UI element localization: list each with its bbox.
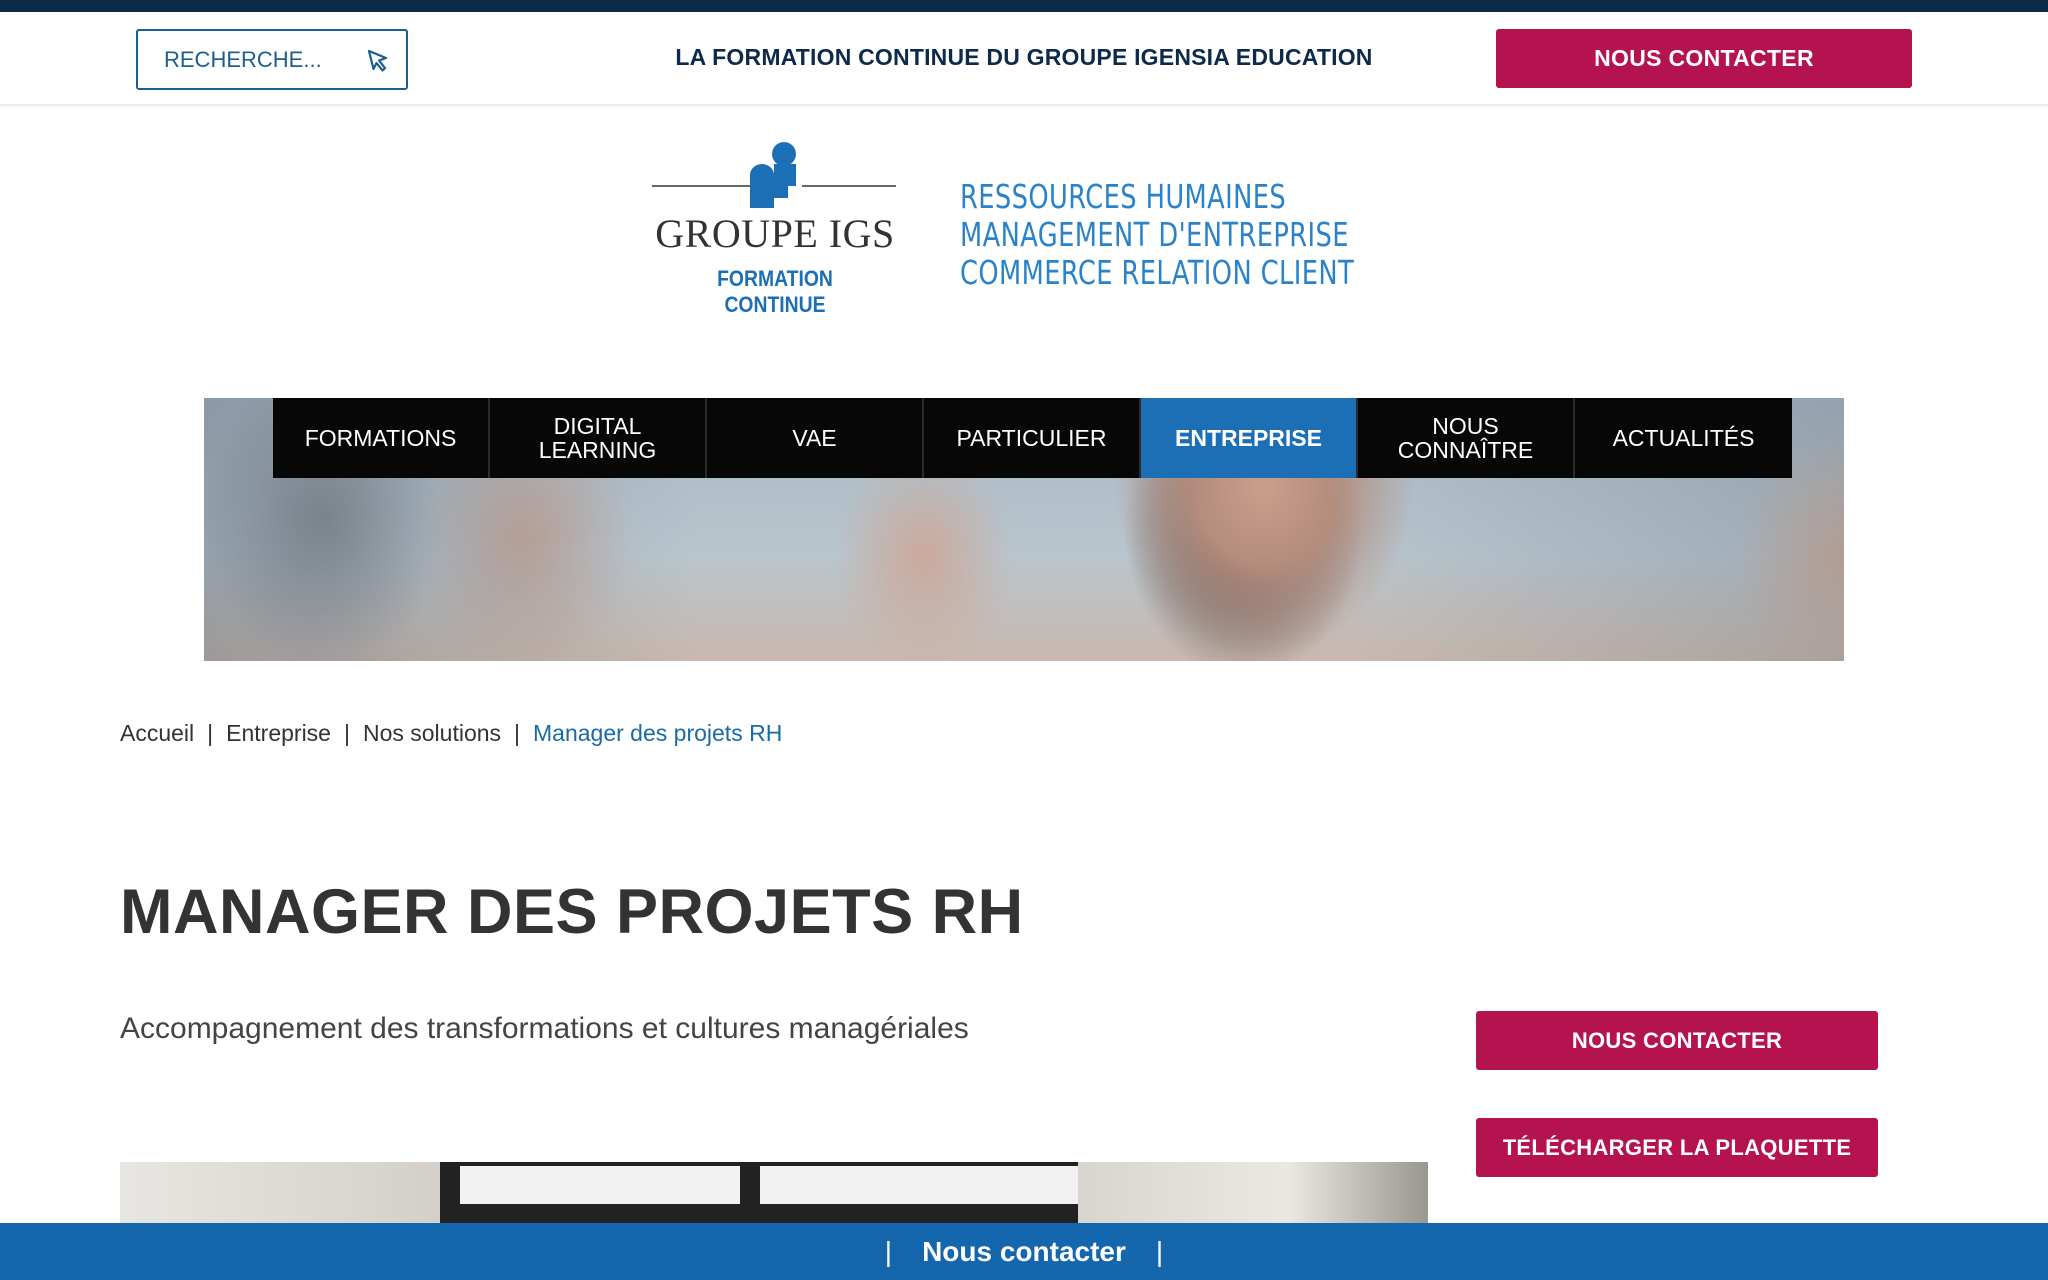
domain-item: RESSOURCES HUMAINES <box>960 177 1287 216</box>
domain-item: COMMERCE RELATION CLIENT <box>960 253 1355 292</box>
nav-item-nous-connaitre[interactable]: NOUS CONNAÎTRE <box>1358 398 1575 478</box>
logo-subtitle: FORMATION CONTINUE <box>717 266 833 317</box>
breadcrumb-link-nos-solutions[interactable]: Nos solutions <box>363 720 501 747</box>
breadcrumb-link-entreprise[interactable]: Entreprise <box>226 720 331 747</box>
breadcrumb-separator: | <box>207 720 214 746</box>
download-brochure-button[interactable]: TÉLÉCHARGER LA PLAQUETTE <box>1476 1118 1878 1177</box>
header-contact-button[interactable]: NOUS CONTACTER <box>1496 29 1912 88</box>
search-box[interactable] <box>136 29 408 90</box>
nav-item-vae[interactable]: VAE <box>707 398 924 478</box>
breadcrumb-current: Manager des projets RH <box>533 720 783 746</box>
window-pane <box>760 1166 1080 1204</box>
sticky-contact-bar[interactable]: | Nous contacter | <box>0 1223 2048 1280</box>
logo-rule-right <box>802 185 896 187</box>
cursor-arrow-icon[interactable] <box>364 47 392 75</box>
site-tagline: LA FORMATION CONTINUE DU GROUPE IGENSIA … <box>675 44 1373 70</box>
nav-item-digital-learning[interactable]: DIGITAL LEARNING <box>490 398 707 478</box>
logo-figure-block <box>774 164 796 186</box>
main-nav: FORMATIONS DIGITAL LEARNING VAE PARTICUL… <box>273 398 1792 478</box>
nav-item-actualites[interactable]: ACTUALITÉS <box>1575 398 1792 478</box>
logo-rule-left <box>652 185 750 187</box>
domain-list: RESSOURCES HUMAINES MANAGEMENT D'ENTREPR… <box>960 178 1354 292</box>
footer-separator: | <box>884 1235 893 1267</box>
page-subtitle: Accompagnement des transformations et cu… <box>120 1012 969 1045</box>
logo-figure-block <box>750 164 774 186</box>
nav-item-particulier[interactable]: PARTICULIER <box>924 398 1141 478</box>
sidebar-contact-button[interactable]: NOUS CONTACTER <box>1476 1011 1878 1070</box>
sticky-contact-label[interactable]: Nous contacter <box>922 1236 1126 1268</box>
breadcrumb-link-accueil[interactable]: Accueil <box>120 720 194 747</box>
groupe-igs-logo[interactable]: GROUPE IGS FORMATION CONTINUE <box>650 138 902 317</box>
logo-figure-block <box>774 186 788 198</box>
domain-item: MANAGEMENT D'ENTREPRISE <box>960 215 1349 254</box>
footer-separator: | <box>1155 1235 1164 1267</box>
nav-item-entreprise[interactable]: ENTREPRISE <box>1141 398 1358 478</box>
page-title: MANAGER DES PROJETS RH <box>120 877 1024 947</box>
breadcrumb-separator: | <box>343 720 350 746</box>
breadcrumb: Accueil | Entreprise | Nos solutions | M… <box>120 720 782 747</box>
logo-figure-head <box>772 142 796 166</box>
window-pane <box>460 1166 740 1204</box>
logo-name: GROUPE IGS <box>655 211 895 256</box>
search-input[interactable] <box>164 46 344 73</box>
nav-item-formations[interactable]: FORMATIONS <box>273 398 490 478</box>
top-bar: LA FORMATION CONTINUE DU GROUPE IGENSIA … <box>0 12 2048 106</box>
top-stripe <box>0 0 2048 12</box>
logo-figure-block <box>750 186 774 208</box>
breadcrumb-separator: | <box>514 720 521 746</box>
